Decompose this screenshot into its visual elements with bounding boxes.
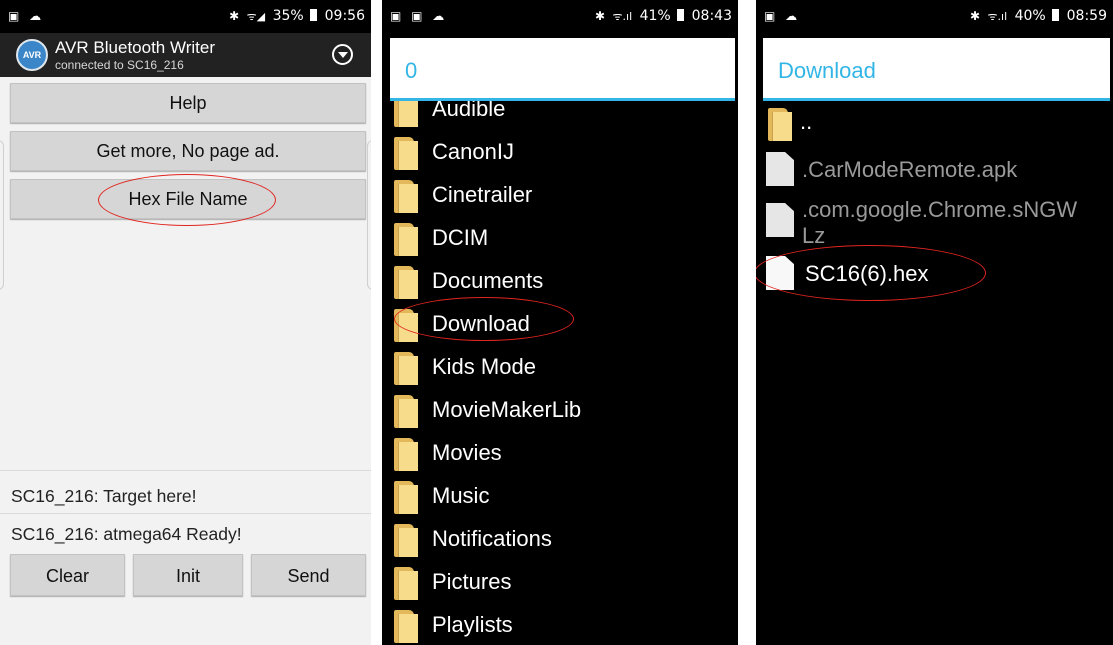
notification-icons: ▣ ▣ ☁ (390, 9, 448, 23)
overflow-menu-icon[interactable] (332, 44, 353, 65)
folder-icon (394, 266, 418, 299)
folder-icon (394, 395, 418, 428)
folder-icon (394, 610, 418, 643)
folder-label: Notifications (432, 526, 552, 551)
folder-label: Cinetrailer (432, 182, 533, 207)
dialog-title: 0 (405, 58, 418, 83)
action-bar: AVR AVR Bluetooth Writer connected to SC… (0, 33, 371, 77)
signal-icon: ᯤ.ıl (987, 10, 1008, 23)
folder-icon (394, 481, 418, 514)
status-bar: ▣ ☁ ✱ ᯤ.ıl 40% 08:59 (756, 0, 1113, 33)
folder-icon (394, 309, 418, 342)
app-logo: AVR (16, 39, 48, 71)
send-button[interactable]: Send (251, 554, 366, 596)
folder-icon (394, 180, 418, 213)
battery-icon (677, 9, 685, 21)
file-icon (766, 152, 794, 186)
folder-label: Download (432, 311, 530, 336)
log-line: SC16_216: atmega64 Ready! (11, 524, 242, 544)
folder-label: CanonIJ (432, 139, 514, 164)
log-line: SC16_216: Target here! (11, 486, 197, 506)
battery-icon (310, 9, 318, 21)
battery-percent: 35% (272, 8, 304, 24)
file-icon (766, 203, 794, 237)
notification-icons: ▣ ☁ (8, 9, 45, 23)
file-icon (766, 256, 794, 290)
folder-icon (394, 137, 418, 170)
folder-label: Pictures (432, 569, 512, 594)
status-bar: ▣ ☁ ✱ ᯤ◢ 35% 09:56 (0, 0, 371, 33)
folder-label: Documents (432, 268, 544, 293)
dialog-header: Download (763, 38, 1110, 101)
battery-icon (1052, 9, 1060, 21)
folder-label: Kids Mode (432, 354, 536, 379)
dialog-header: 0 (390, 38, 735, 101)
folder-icon (768, 108, 792, 141)
right-edge-shadow (367, 140, 371, 290)
log-divider (0, 470, 371, 471)
get-more-button[interactable]: Get more, No page ad. (10, 131, 366, 171)
battery-percent: 40% (1014, 8, 1046, 24)
item-label-continued: Lz (802, 223, 826, 248)
notification-icons: ▣ ☁ (764, 9, 801, 23)
bluetooth-icon: ✱ (229, 9, 240, 23)
folder-label: Playlists (432, 612, 513, 637)
folder-label: MovieMakerLib (432, 397, 582, 422)
item-label: .CarModeRemote.apk (802, 157, 1018, 182)
folder-label: DCIM (432, 225, 489, 250)
status-bar: ▣ ▣ ☁ ✱ ᯤ.ıl 41% 08:43 (382, 0, 738, 33)
folder-icon (394, 524, 418, 557)
folder-label: Movies (432, 440, 502, 465)
item-label: .. (800, 109, 813, 134)
signal-icon: ᯤ◢ (246, 10, 266, 23)
signal-icon: ᯤ.ıl (612, 10, 633, 23)
hex-file-name-button[interactable]: Hex File Name (10, 179, 366, 219)
file-picker-screen: ▣ ☁ ✱ ᯤ.ıl 40% 08:59 Download .. .CarMod… (756, 0, 1113, 645)
folder-icon (394, 567, 418, 600)
log-divider (0, 513, 371, 514)
item-label: .com.google.Chrome.sNGW (802, 197, 1078, 222)
status-time: 09:56 (324, 8, 365, 24)
connection-status: connected to SC16_216 (55, 58, 184, 72)
bluetooth-icon: ✱ (594, 9, 606, 23)
left-edge-shadow (0, 140, 4, 290)
status-time: 08:43 (691, 8, 732, 24)
clear-button[interactable]: Clear (10, 554, 125, 596)
folder-icon (394, 438, 418, 471)
help-button[interactable]: Help (10, 83, 366, 123)
folder-icon (394, 352, 418, 385)
status-time: 08:59 (1066, 8, 1107, 24)
folder-icon (394, 223, 418, 256)
folder-label: Music (432, 483, 490, 508)
bluetooth-writer-screen: ▣ ☁ ✱ ᯤ◢ 35% 09:56 AVR AVR Bluetooth Wri… (0, 0, 371, 645)
battery-percent: 41% (639, 8, 671, 24)
dialog-title: Download (778, 58, 876, 83)
init-button[interactable]: Init (133, 554, 243, 596)
item-label: SC16(6).hex (805, 261, 929, 286)
folder-picker-screen: ▣ ▣ ☁ ✱ ᯤ.ıl 41% 08:43 Audible CanonIJ Cin… (382, 0, 738, 645)
bluetooth-icon: ✱ (969, 9, 981, 23)
app-title: AVR Bluetooth Writer (55, 38, 215, 57)
